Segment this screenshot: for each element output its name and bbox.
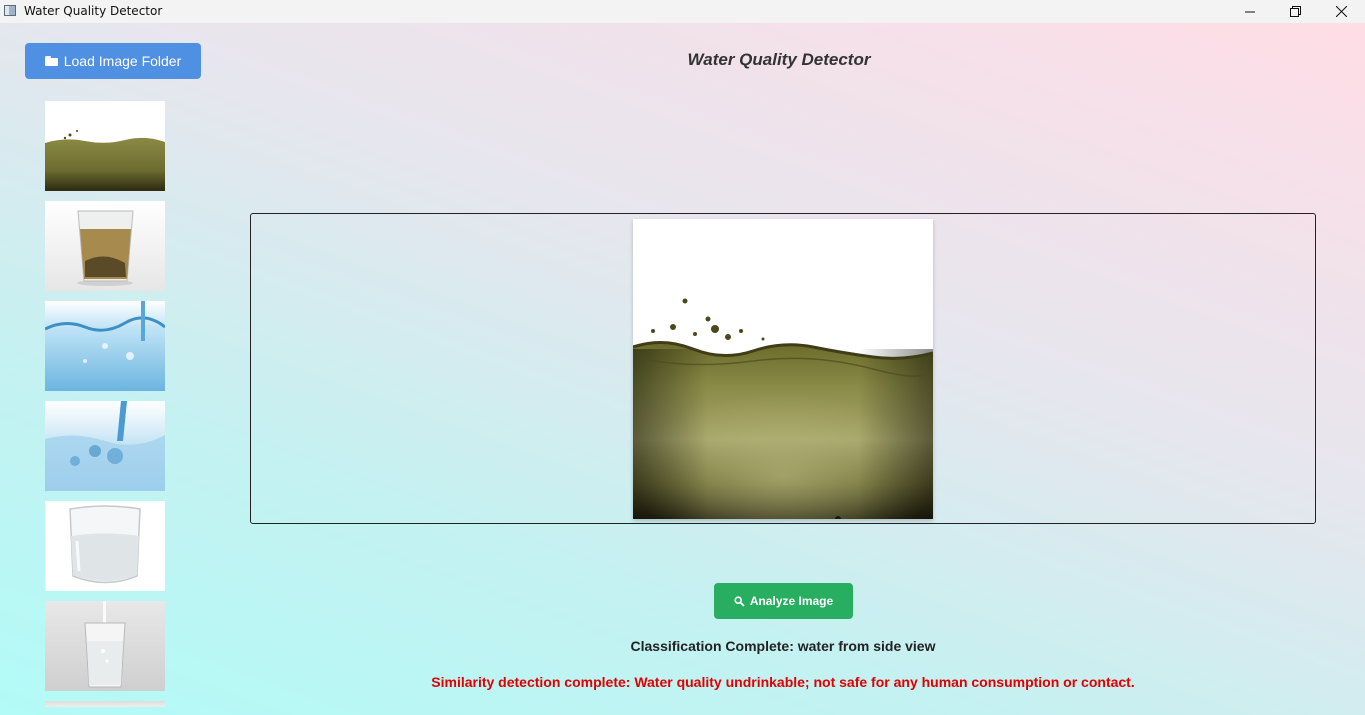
quality-result: Similarity detection complete: Water qua… xyxy=(431,674,1135,690)
analyze-button-label: Analyze Image xyxy=(749,594,834,608)
maximize-button[interactable] xyxy=(1272,0,1318,23)
close-button[interactable] xyxy=(1318,0,1364,23)
minimize-icon xyxy=(1245,11,1255,12)
thumbnail-glass-clear-water[interactable] xyxy=(45,501,165,591)
thumbnail-glass-dirty-water[interactable] xyxy=(45,201,165,291)
preview-image xyxy=(633,219,933,519)
maximize-icon xyxy=(1289,6,1301,17)
title-bar: Water Quality Detector xyxy=(0,0,1365,23)
thumbnail-list xyxy=(45,101,165,715)
app-icon xyxy=(4,5,16,16)
minimize-button[interactable] xyxy=(1227,0,1273,23)
folder-icon xyxy=(44,56,58,66)
magnifier-icon xyxy=(734,595,745,607)
thumbnail-pouring-water[interactable] xyxy=(45,401,165,491)
load-image-folder-button[interactable]: Load Image Folder xyxy=(25,43,201,79)
close-icon xyxy=(1335,6,1347,17)
window-title: Water Quality Detector xyxy=(24,4,163,18)
thumbnail-murky-water-side[interactable] xyxy=(45,101,165,191)
thumbnail-partial[interactable] xyxy=(45,701,165,707)
page-title: Water Quality Detector xyxy=(687,50,871,69)
main-window: Load Image Folder Water Quality Detector… xyxy=(0,23,1365,715)
classification-status: Classification Complete: water from side… xyxy=(630,638,936,654)
thumbnail-pouring-glass[interactable] xyxy=(45,601,165,691)
thumbnail-blue-splash[interactable] xyxy=(45,301,165,391)
analyze-image-button[interactable]: Analyze Image xyxy=(714,583,853,619)
load-button-label: Load Image Folder xyxy=(63,53,182,69)
